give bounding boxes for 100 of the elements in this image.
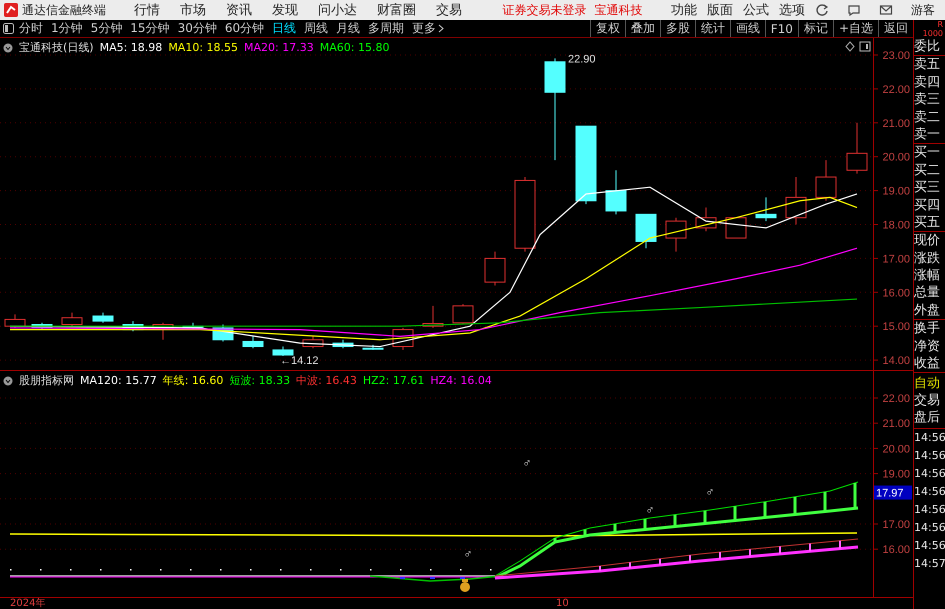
- candlestick: [302, 336, 324, 349]
- candlestick: [452, 304, 474, 325]
- quote-field-label: 换手: [914, 320, 941, 338]
- axis-label: 20.00: [882, 443, 910, 456]
- candlestick: [242, 336, 264, 349]
- candlestick: [332, 339, 354, 349]
- period-tab[interactable]: 月线: [336, 20, 360, 37]
- menu-item[interactable]: 市场: [180, 1, 206, 19]
- legend-value: 短波: 18.33: [229, 373, 290, 388]
- money-bag-icon: [460, 579, 470, 592]
- quote-field-label: 委比: [914, 38, 945, 56]
- mail-icon[interactable]: [879, 3, 893, 17]
- menu-item[interactable]: 公式: [743, 1, 769, 19]
- window-icon[interactable]: [860, 42, 870, 52]
- mode-tab[interactable]: 盘后: [914, 409, 945, 426]
- mode-tab[interactable]: 交易: [914, 392, 945, 410]
- candlestick: [606, 170, 626, 215]
- quote-field-label: 总量: [914, 284, 941, 302]
- axis-label: 17.00: [882, 519, 910, 531]
- candlestick: [636, 214, 656, 249]
- quote-field-label: 买三: [914, 179, 941, 197]
- tick-time: 14:56: [914, 502, 945, 518]
- candlestick: [122, 320, 144, 332]
- axis-label: 14.00: [882, 355, 910, 368]
- period-tab[interactable]: 周线: [304, 20, 328, 37]
- candlestick: [696, 207, 716, 232]
- menu-item[interactable]: 行情: [134, 1, 160, 19]
- quote-field-label: 净资: [914, 338, 941, 356]
- period-tab[interactable]: 多周期: [368, 20, 404, 37]
- quote-field-label: 卖五: [914, 56, 941, 74]
- axis-label: 21.00: [882, 418, 910, 430]
- toolbar-button[interactable]: 复权: [590, 20, 625, 37]
- indicator-title: 股朋指标网: [19, 373, 74, 388]
- candlestick: [484, 251, 506, 286]
- candlestick: [92, 312, 114, 324]
- menu-item[interactable]: 交易: [436, 1, 462, 19]
- more-button[interactable]: 更多: [412, 20, 444, 37]
- candlestick: [786, 176, 806, 225]
- tick-time: 14:56: [914, 448, 945, 464]
- axis-label: 18.00: [882, 220, 910, 232]
- period-tab[interactable]: 分时: [19, 20, 43, 37]
- x-axis-label: 2024年: [10, 598, 46, 609]
- period-tab[interactable]: 15分钟: [130, 20, 170, 37]
- axis-label: 22.00: [882, 393, 910, 405]
- chart-title: 宝通科技(日线): [19, 40, 94, 55]
- legend-value: MA5: 18.98: [100, 41, 162, 54]
- candlestick: [4, 314, 26, 328]
- dropdown-icon[interactable]: [3, 42, 13, 52]
- candlestick: [816, 160, 836, 202]
- menu-item[interactable]: 发现: [272, 1, 298, 19]
- legend-value: 年线: 16.60: [162, 373, 224, 388]
- tick-time: 14:57: [914, 556, 945, 572]
- price-flag: 17.97: [874, 486, 912, 500]
- toolbar-button[interactable]: F10: [764, 20, 798, 37]
- stock-link[interactable]: 宝通科技: [594, 2, 642, 18]
- tick-time: 14:56: [914, 538, 945, 554]
- toolbar-button[interactable]: 标记: [798, 20, 833, 37]
- period-tab[interactable]: 1分钟: [51, 20, 83, 37]
- axis-label: 17.00: [882, 253, 910, 266]
- tick-time: 14:56: [914, 430, 945, 446]
- mode-tab[interactable]: 自动: [914, 375, 945, 392]
- period-tab[interactable]: 30分钟: [178, 20, 217, 37]
- period-tab[interactable]: 日线: [272, 20, 296, 37]
- menu-item[interactable]: 功能: [671, 1, 697, 19]
- menu-item[interactable]: 选项: [779, 1, 805, 19]
- toolbar-button[interactable]: +自选: [832, 20, 878, 37]
- legend-value: MA10: 18.55: [168, 41, 238, 54]
- toolbar-button[interactable]: 叠加: [624, 20, 660, 37]
- candlestick: [362, 344, 384, 350]
- legend-value: HZ2: 17.61: [362, 374, 424, 387]
- candlestick: [422, 305, 444, 328]
- menu-item[interactable]: 版面: [707, 1, 733, 19]
- user-label[interactable]: 游客: [911, 2, 935, 18]
- quote-field-label: 买一: [914, 144, 941, 162]
- quote-field-label: 买四: [914, 196, 941, 214]
- quote-field-label: 收益: [914, 355, 941, 372]
- candlestick: [152, 322, 174, 340]
- menu-item[interactable]: 问小达: [318, 1, 357, 19]
- legend-value: MA120: 15.77: [80, 374, 157, 387]
- period-tab[interactable]: 60分钟: [224, 20, 264, 37]
- diamond-icon[interactable]: [845, 41, 855, 52]
- login-status[interactable]: 证券交易未登录: [502, 2, 586, 18]
- axis-label: 21.00: [882, 118, 910, 130]
- toolbar-button[interactable]: 返回: [878, 20, 913, 37]
- toolbar-button[interactable]: 画线: [730, 20, 765, 37]
- period-tab[interactable]: 5分钟: [90, 20, 122, 37]
- refresh-icon[interactable]: [815, 3, 829, 17]
- quote-field-label: 卖三: [914, 91, 941, 109]
- chat-icon[interactable]: [847, 3, 861, 17]
- menu-item[interactable]: 资讯: [226, 1, 252, 19]
- quote-field-label: 卖二: [914, 108, 941, 126]
- dropdown-icon[interactable]: [3, 376, 13, 386]
- toolbar-button[interactable]: 多股: [660, 20, 695, 37]
- legend-value: MA60: 15.80: [320, 41, 390, 54]
- quote-field-label: 买五: [914, 214, 945, 232]
- panel-toggle-icon[interactable]: [3, 23, 14, 34]
- axis-label: 16.00: [882, 544, 910, 556]
- quote-field-label: 卖四: [914, 74, 941, 92]
- menu-item[interactable]: 财富圈: [377, 1, 416, 19]
- toolbar-button[interactable]: 统计: [694, 20, 730, 37]
